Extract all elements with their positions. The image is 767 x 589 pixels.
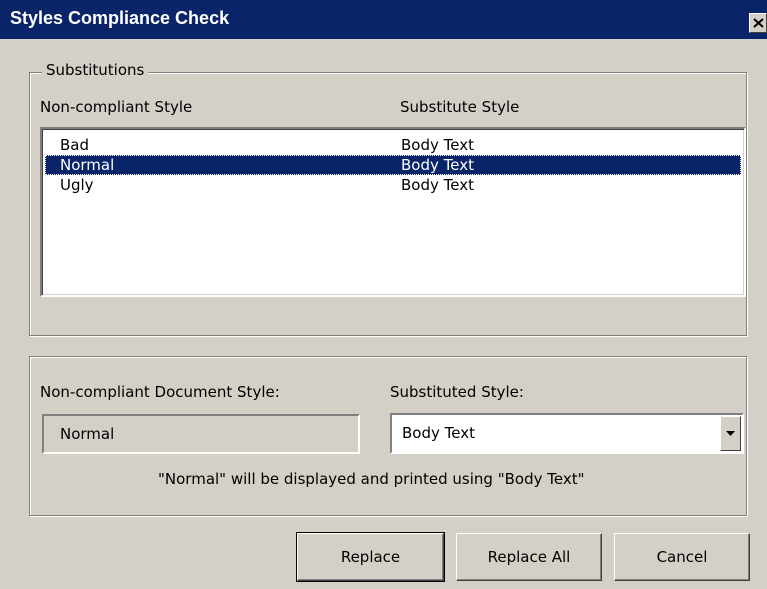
chevron-down-icon xyxy=(726,431,735,436)
substitutions-group-label: Substitutions xyxy=(42,61,149,79)
list-item-style: Normal xyxy=(60,156,115,174)
list-item-selected[interactable]: Normal Body Text xyxy=(45,155,741,175)
substitutions-list[interactable]: Bad Body Text Normal Body Text Ugly Body… xyxy=(40,127,746,297)
document-style-label: Non-compliant Document Style: xyxy=(40,383,280,401)
document-style-field: Normal xyxy=(42,414,360,454)
list-item[interactable]: Ugly Body Text xyxy=(45,175,741,195)
replace-button[interactable]: Replace xyxy=(296,532,445,582)
column-header-style: Non-compliant Style xyxy=(40,98,193,116)
substituted-style-label: Substituted Style: xyxy=(390,383,524,401)
title-bar: Styles Compliance Check xyxy=(0,0,767,39)
list-item[interactable]: Bad Body Text xyxy=(45,135,741,155)
list-item-substitute: Body Text xyxy=(401,136,474,154)
list-item-substitute: Body Text xyxy=(401,176,474,194)
list-item-substitute: Body Text xyxy=(401,156,474,174)
substituted-style-dropdown[interactable]: Body Text xyxy=(390,413,744,454)
document-style-value: Normal xyxy=(60,425,115,443)
cancel-button[interactable]: Cancel xyxy=(614,533,750,581)
replace-all-button[interactable]: Replace All xyxy=(456,533,602,581)
close-button[interactable] xyxy=(749,13,767,33)
close-icon xyxy=(753,18,764,28)
list-item-style: Ugly xyxy=(60,176,94,194)
list-item-style: Bad xyxy=(60,136,90,154)
substitution-message: "Normal" will be displayed and printed u… xyxy=(158,470,585,488)
window-title: Styles Compliance Check xyxy=(10,8,230,28)
substituted-style-value: Body Text xyxy=(402,424,475,442)
dropdown-button[interactable] xyxy=(720,416,741,451)
column-header-substitute: Substitute Style xyxy=(400,98,520,116)
